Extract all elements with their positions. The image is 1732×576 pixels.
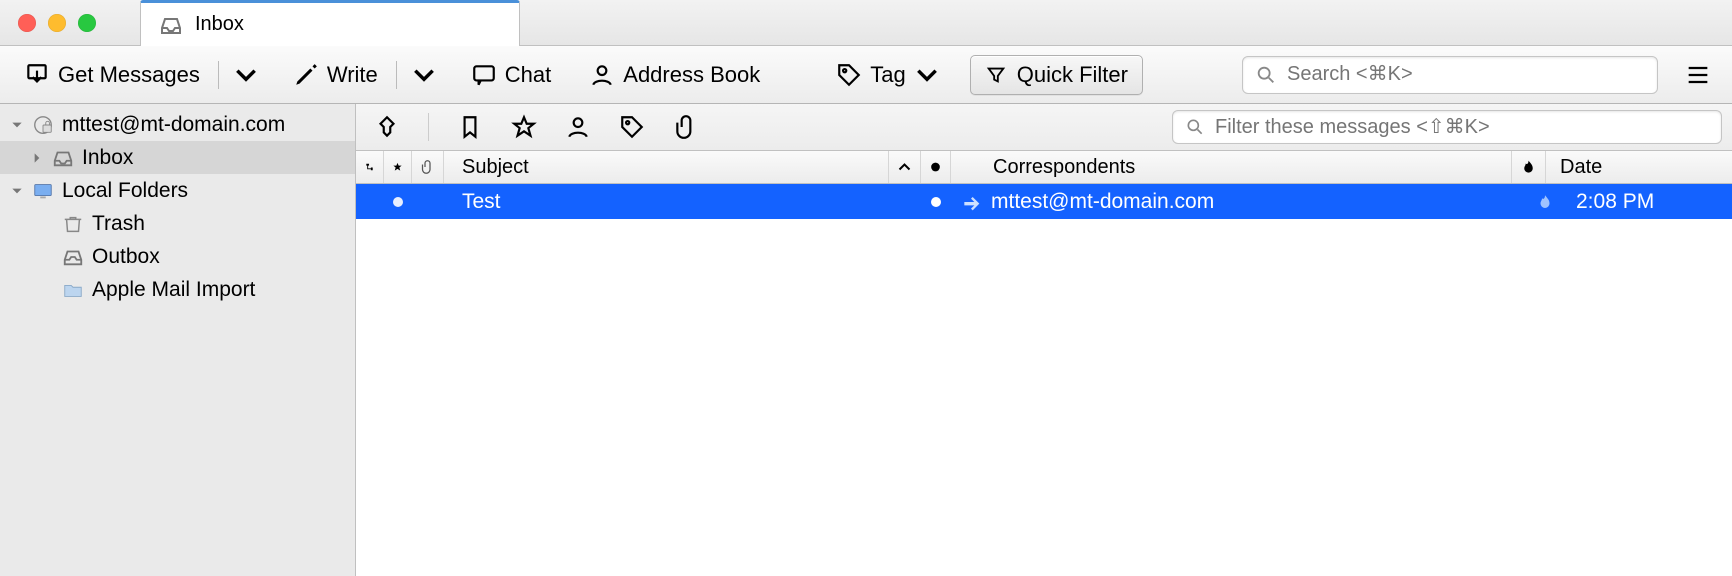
tab-title: Inbox <box>195 13 244 36</box>
folder-label: Outbox <box>92 245 160 269</box>
disclosure-down-icon <box>10 118 24 132</box>
global-search[interactable] <box>1242 56 1658 94</box>
folder-inbox[interactable]: Inbox <box>0 141 355 174</box>
thread-column[interactable] <box>356 151 384 183</box>
menu-button[interactable] <box>1684 61 1712 89</box>
correspondents-header-label: Correspondents <box>993 156 1135 179</box>
filter-icon <box>985 64 1007 86</box>
get-messages-label: Get Messages <box>58 62 200 88</box>
folder-outbox[interactable]: Outbox <box>0 240 355 273</box>
tag-button[interactable]: Tag <box>826 58 949 92</box>
computer-icon <box>32 180 54 202</box>
folder-icon <box>62 279 84 301</box>
folder-tree: mttest@mt-domain.com Inbox Local Folders… <box>0 104 356 576</box>
folder-trash[interactable]: Trash <box>0 207 355 240</box>
folder-label: Trash <box>92 212 145 236</box>
chevron-down-icon <box>233 62 259 88</box>
separator <box>396 61 397 89</box>
message-row[interactable]: Test mttest@mt-domain.com 2:08 PM <box>356 184 1732 219</box>
quick-filter-button[interactable]: Quick Filter <box>970 55 1143 95</box>
account-label: mttest@mt-domain.com <box>62 113 285 137</box>
pencil-icon <box>293 62 319 88</box>
quick-filter-label: Quick Filter <box>1017 62 1128 88</box>
separator <box>218 61 219 89</box>
star-icon[interactable] <box>511 114 537 140</box>
subject-header-label: Subject <box>462 156 529 179</box>
date-column[interactable]: Date <box>1546 151 1716 183</box>
address-book-button[interactable]: Address Book <box>579 58 770 92</box>
tab-inbox[interactable]: Inbox <box>140 0 520 46</box>
trash-icon <box>62 213 84 235</box>
account-row[interactable]: mttest@mt-domain.com <box>0 108 355 141</box>
subject-column[interactable]: Subject <box>444 151 889 183</box>
message-read-state[interactable] <box>921 197 951 207</box>
main-body: mttest@mt-domain.com Inbox Local Folders… <box>0 104 1732 576</box>
read-column[interactable] <box>921 151 951 183</box>
chevron-down-icon <box>411 62 437 88</box>
disclosure-right-icon <box>30 151 44 165</box>
main-toolbar: Get Messages Write Chat Address Book <box>0 46 1732 104</box>
search-icon <box>1185 117 1205 137</box>
message-pane: Subject Correspondents Date Test mttest@… <box>356 104 1732 576</box>
message-star[interactable] <box>384 197 412 207</box>
tag-icon[interactable] <box>619 114 645 140</box>
attachment-column[interactable] <box>412 151 444 183</box>
maximize-window-button[interactable] <box>78 14 96 32</box>
message-correspondent: mttest@mt-domain.com <box>991 190 1214 214</box>
separator <box>428 113 429 141</box>
get-messages-button[interactable]: Get Messages <box>14 58 210 92</box>
message-filter-search[interactable] <box>1172 110 1722 144</box>
window-controls <box>0 14 96 32</box>
outbox-icon <box>62 246 84 268</box>
column-headers: Subject Correspondents Date <box>356 151 1732 184</box>
message-subject: Test <box>462 190 501 214</box>
inbox-icon <box>159 13 183 37</box>
folder-apple-import[interactable]: Apple Mail Import <box>0 273 355 306</box>
titlebar: Inbox <box>0 0 1732 46</box>
download-icon <box>24 62 50 88</box>
attachment-icon[interactable] <box>673 114 699 140</box>
bookmark-icon[interactable] <box>457 114 483 140</box>
minimize-window-button[interactable] <box>48 14 66 32</box>
address-book-icon <box>589 62 615 88</box>
globe-lock-icon <box>32 114 54 136</box>
mail-window: Inbox Get Messages Write Ch <box>0 0 1732 576</box>
chat-button[interactable]: Chat <box>461 58 561 92</box>
write-dropdown[interactable] <box>405 58 443 92</box>
inbox-icon <box>52 147 74 169</box>
get-messages-dropdown[interactable] <box>227 58 265 92</box>
contact-icon[interactable] <box>565 114 591 140</box>
local-folders-row[interactable]: Local Folders <box>0 174 355 207</box>
message-junk[interactable] <box>1528 192 1562 212</box>
search-icon <box>1255 64 1277 86</box>
sort-indicator[interactable] <box>889 151 921 183</box>
tag-icon <box>836 62 862 88</box>
reply-arrow-icon <box>961 192 981 212</box>
chat-label: Chat <box>505 62 551 88</box>
global-search-input[interactable] <box>1287 63 1645 86</box>
folder-label: Local Folders <box>62 179 188 203</box>
date-header-label: Date <box>1560 156 1602 179</box>
quick-filter-bar <box>356 104 1732 151</box>
disclosure-down-icon <box>10 184 24 198</box>
folder-label: Apple Mail Import <box>92 278 255 302</box>
pin-icon[interactable] <box>374 114 400 140</box>
correspondents-column[interactable]: Correspondents <box>951 151 1512 183</box>
write-label: Write <box>327 62 378 88</box>
chevron-down-icon <box>914 62 940 88</box>
message-date: 2:08 PM <box>1576 190 1654 214</box>
address-book-label: Address Book <box>623 62 760 88</box>
junk-column[interactable] <box>1512 151 1546 183</box>
star-column[interactable] <box>384 151 412 183</box>
folder-label: Inbox <box>82 146 133 170</box>
close-window-button[interactable] <box>18 14 36 32</box>
write-button[interactable]: Write <box>283 58 388 92</box>
chat-icon <box>471 62 497 88</box>
column-picker[interactable] <box>1716 151 1732 183</box>
message-filter-input[interactable] <box>1215 116 1709 139</box>
tag-label: Tag <box>870 62 905 88</box>
